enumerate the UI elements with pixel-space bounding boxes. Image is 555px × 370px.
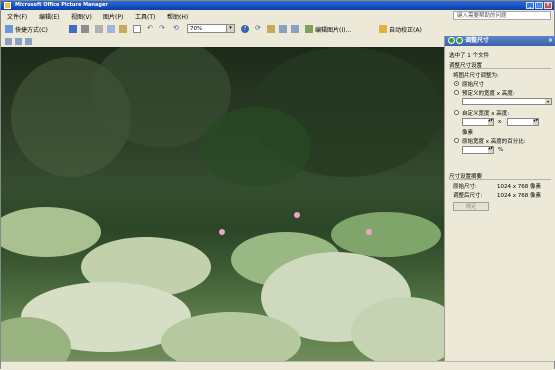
menu-file[interactable]: 文件(F) [7,12,27,21]
dark-foliage [201,107,311,187]
original-size-value: 1024 x 768 像素 [497,184,541,190]
single-view-icon[interactable] [291,25,299,33]
close-window-button[interactable]: × [544,2,552,9]
chevron-down-icon[interactable]: ▾ [545,99,551,104]
option-percent-label: 原始宽度 x 高度的百分比: [462,139,526,145]
percent-input[interactable]: ▲▼ [462,146,494,154]
task-pane-header: 调整尺寸 × [445,36,555,46]
maximize-button[interactable]: □ [535,2,543,9]
task-pane-title: 调整尺寸 [465,37,490,44]
selected-info: 选中了 1 个文件 [449,53,489,59]
option-original-label: 原始尺寸 [462,82,485,88]
lotus-flower [219,229,225,235]
radio-custom[interactable] [454,110,459,115]
picture-view[interactable] [1,47,444,361]
custom-height-input[interactable]: ▲▼ [507,118,539,126]
menu-tools[interactable]: 工具(T) [135,12,155,21]
menu-picture[interactable]: 图片(P) [103,12,123,21]
window-title: Microsoft Office Picture Manager [15,2,108,8]
cut-icon[interactable] [95,25,103,33]
divider [449,179,551,180]
shortcuts-icon[interactable] [5,25,13,33]
resize-task-pane: 调整尺寸 × 选中了 1 个文件 调整尺寸设置 将图片尺寸调整为: 原始尺寸 预… [444,36,555,361]
forward-icon[interactable] [456,37,463,44]
percent-sign: % [498,147,504,153]
app-window: Microsoft Office Picture Manager _ □ × 文… [0,0,555,370]
edit-picture-icon[interactable] [305,25,313,33]
single-view-icon[interactable] [25,38,32,45]
spinner-icon[interactable]: ▲▼ [488,147,493,153]
app-icon [4,2,11,9]
spinner-icon[interactable]: ▲▼ [488,119,493,125]
menu-edit[interactable]: 编辑(E) [39,12,59,21]
zoom-select[interactable]: 70% ▾ [187,24,235,33]
menu-help[interactable]: 帮助(H) [167,12,188,21]
divider [449,68,551,69]
copy-icon[interactable] [107,25,115,33]
redo-icon[interactable]: ↷ [159,25,167,33]
zoom-value: 70% [190,26,203,32]
auto-correct-button[interactable]: 自动校正(A) [389,25,422,34]
option-custom-label: 自定义宽度 x 高度: [462,111,510,117]
shortcuts-button[interactable]: 快捷方式(C) [15,25,48,34]
minimize-button[interactable]: _ [526,2,534,9]
main-toolbar: 快捷方式(C) ↶ ↷ ⟲ 70% ▾ ? ⟳ 编辑图片(I)... 自动校正(… [1,22,554,37]
spinner-icon[interactable]: ▲▼ [533,119,538,125]
pixels-unit: 像素 [462,130,474,136]
resized-value: 1024 x 768 像素 [497,193,541,199]
print-icon[interactable] [81,25,89,33]
radio-original-size[interactable] [454,81,459,86]
chevron-down-icon[interactable]: ▾ [226,25,234,32]
edit-picture-button[interactable]: 编辑图片(I)... [315,25,351,34]
resized-label: 调整后尺寸: [453,193,483,199]
lotus-flower [366,229,372,235]
lotus-leaf [331,212,441,257]
filmstrip-view-icon[interactable] [279,25,287,33]
filmstrip-view-icon[interactable] [15,38,22,45]
undo-icon[interactable]: ↶ [147,25,155,33]
help-search-input[interactable]: 键入需要帮助的问题 [453,11,551,20]
thumbnail-view-icon[interactable] [5,38,12,45]
menu-view[interactable]: 视图(V) [71,12,92,21]
delete-icon[interactable] [133,25,141,33]
help-icon[interactable]: ? [241,25,249,33]
paste-icon[interactable] [119,25,127,33]
ok-button[interactable]: 确定 [453,202,489,211]
save-icon[interactable] [69,25,77,33]
resize-to-label: 将图片尺寸调整为: [453,73,499,79]
x-separator: x [498,119,502,125]
rotate-left-icon[interactable]: ⟲ [173,25,181,33]
close-icon[interactable]: × [548,36,553,46]
custom-width-input[interactable]: ▲▼ [462,118,494,126]
predefined-size-select[interactable]: ▾ [462,98,552,105]
back-icon[interactable] [448,37,455,44]
thumbnail-view-icon[interactable] [267,25,275,33]
original-size-label: 原始尺寸: [453,184,477,190]
rotate-right-icon[interactable]: ⟳ [255,25,263,33]
lotus-flower [294,212,300,218]
option-predefined-label: 预定义的宽度 x 高度: [462,91,515,97]
radio-predefined[interactable] [454,90,459,95]
auto-correct-icon[interactable] [379,25,387,33]
radio-percent[interactable] [454,138,459,143]
title-bar: Microsoft Office Picture Manager _ □ × [1,1,554,10]
